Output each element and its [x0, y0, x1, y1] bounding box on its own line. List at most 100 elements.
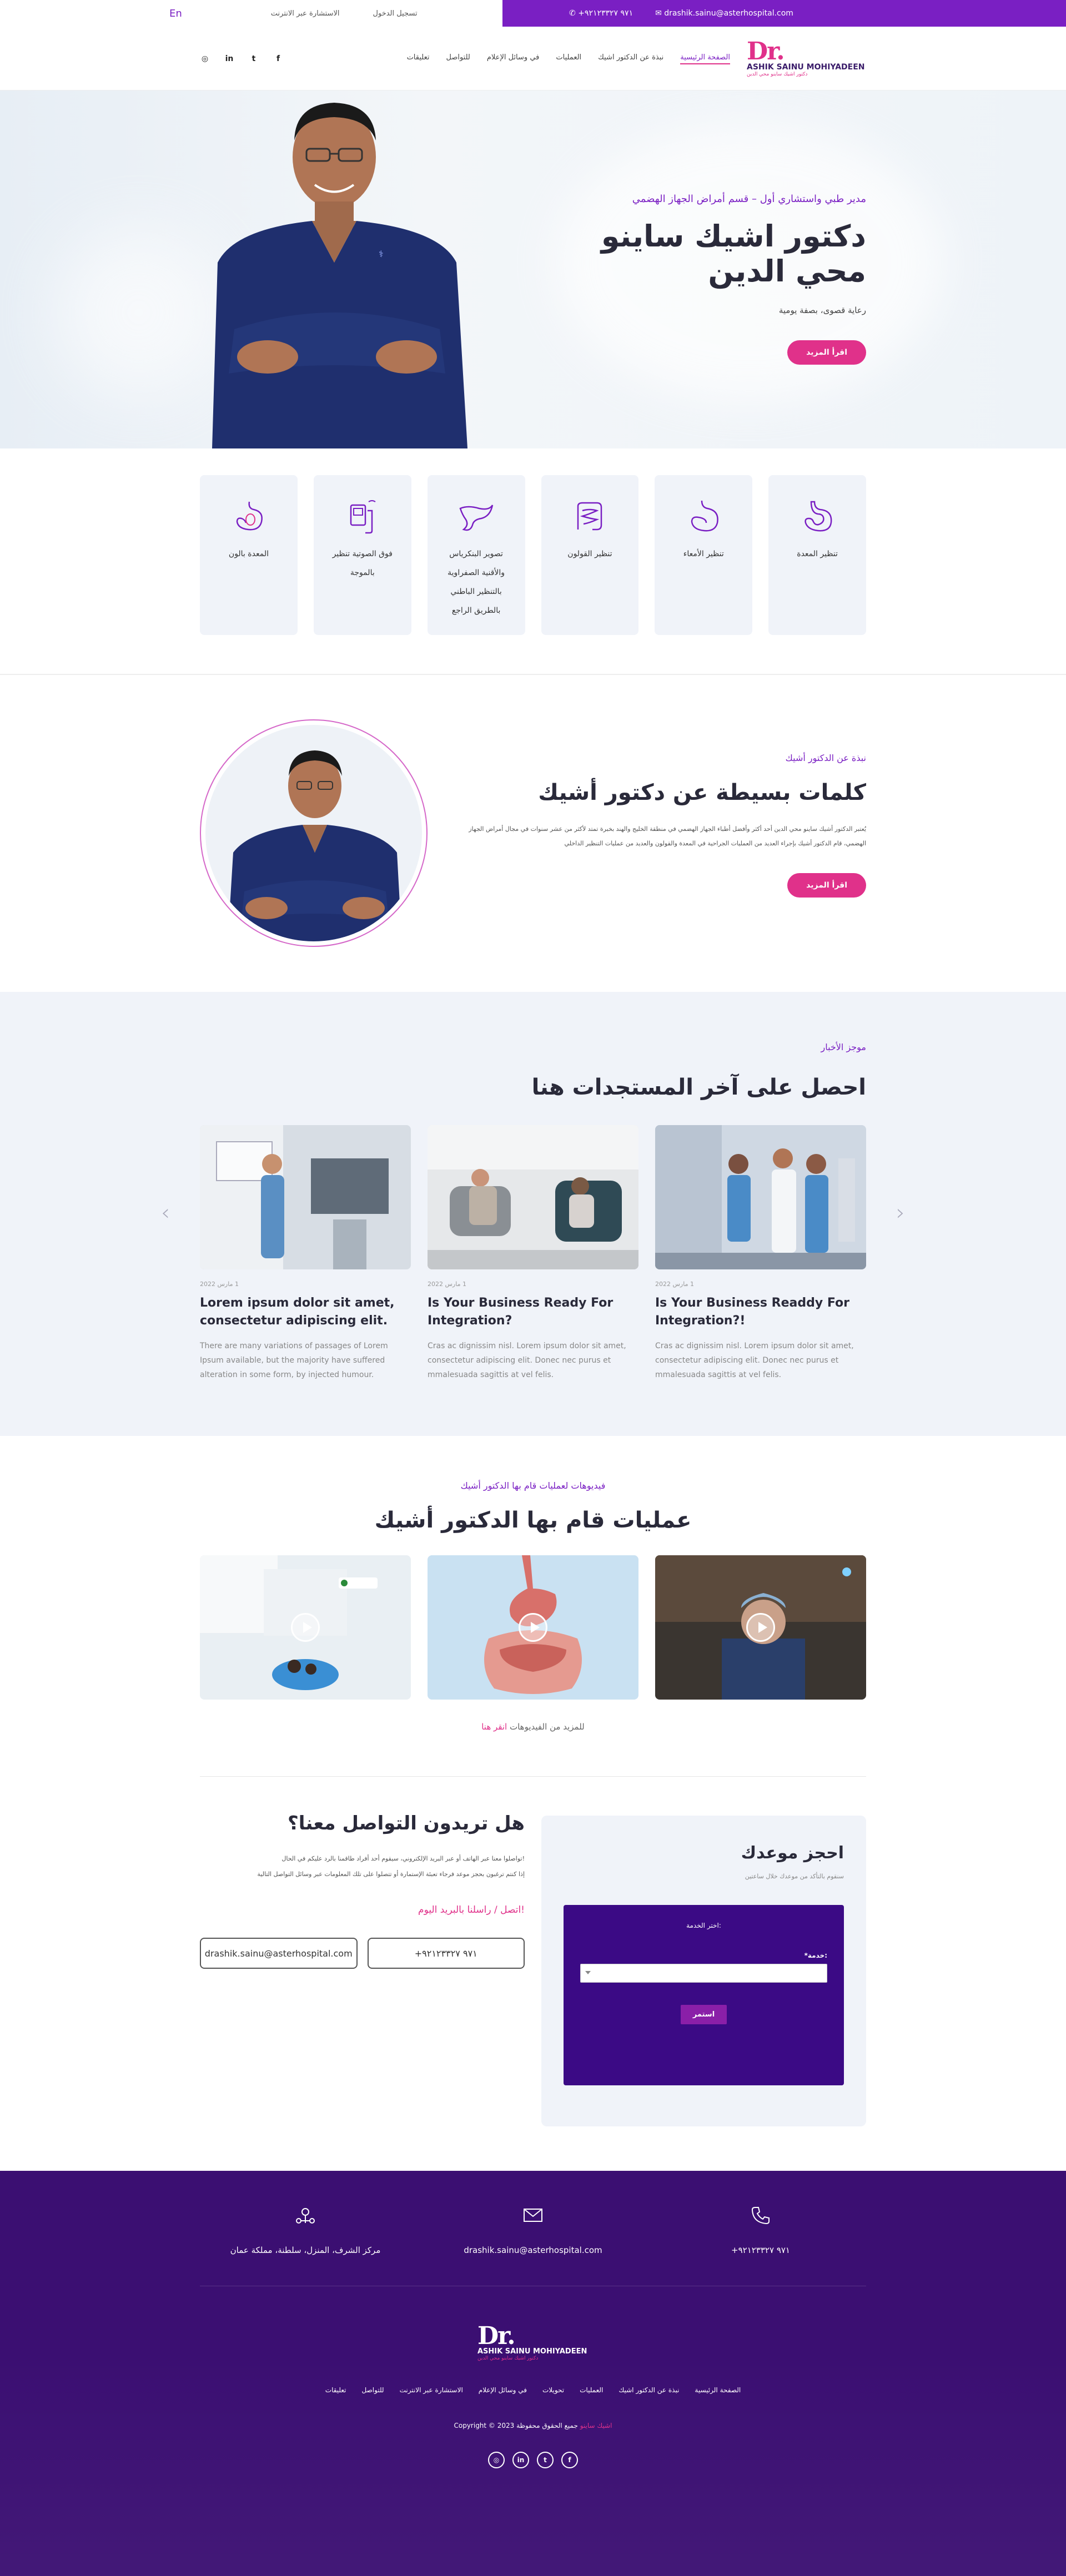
news-title-link[interactable]: Is Your Business Ready For Integration?	[428, 1294, 638, 1330]
nav-item-media[interactable]: في وسائل الإعلام	[487, 53, 540, 64]
phone-button[interactable]: +٩٧١ ٩٢١٢٣٣٢٧	[367, 1938, 525, 1969]
instagram-icon[interactable]: ◎	[488, 2452, 505, 2468]
news-excerpt: Cras ac dignissim nisl. Lorem ipsum dolo…	[655, 1342, 854, 1379]
copyright-prefix: Copyright © 2023	[454, 2422, 515, 2429]
service-label: تنظير القولون	[567, 550, 612, 558]
more-videos-link[interactable]: انقر هنا	[481, 1722, 507, 1732]
chevron-right-icon[interactable]: ›	[896, 1200, 905, 1226]
news-date: 1 مارس 2022	[655, 1281, 694, 1288]
about-read-more-button[interactable]: اقرأ المزيد	[787, 873, 866, 898]
form-title: اختر الخدمة:	[686, 1922, 721, 1929]
copyright: Copyright © 2023 اشيك ساينو جميع الحقوق …	[200, 2422, 866, 2429]
contact-paragraph: تواصلوا معنا عبر الهاتف أو عبر البريد ال…	[200, 1851, 525, 1882]
continue-button[interactable]: استمر	[680, 2005, 727, 2024]
footer-logo[interactable]: Dr. ASHIK SAINU MOHIYADEEN دكتور اشيك سا…	[477, 2324, 589, 2362]
doctor-photo: ⚕	[212, 103, 467, 448]
service-card[interactable]: تصوير البنكرياس والأقنية الصفراوية بالتن…	[427, 475, 525, 635]
news-image	[428, 1125, 638, 1269]
play-icon[interactable]	[291, 1613, 320, 1642]
linkedin-icon[interactable]: in	[224, 54, 234, 64]
service-label: تصوير البنكرياس والأقنية الصفراوية بالتن…	[447, 550, 505, 615]
nav-item-contact[interactable]: للتواصل	[446, 53, 470, 64]
service-select[interactable]	[580, 1964, 827, 1983]
news-date: 1 مارس 2022	[428, 1281, 466, 1288]
news-card[interactable]: 1 مارس 2022 Is Your Business Ready For I…	[428, 1125, 638, 1382]
play-icon[interactable]	[746, 1613, 775, 1642]
footer-phone[interactable]: +٩٧١ ٩٢١٢٣٣٢٧	[677, 2204, 844, 2255]
footer-address: مركز الشرف، المنزل، سلطنة، مملكة عمان	[222, 2204, 389, 2255]
video-thumbnail[interactable]	[428, 1555, 638, 1700]
nav-item-about[interactable]: نبذة عن الدكتور اشيك	[598, 53, 663, 64]
service-card[interactable]: تنظير المعدة	[768, 475, 866, 635]
footer-link[interactable]: تعليقات	[325, 2386, 346, 2394]
nav-item-home[interactable]: الصفحة الرئيسية	[680, 53, 730, 64]
about-title: كلمات بسيطة عن دكتور أشيك	[538, 780, 866, 805]
language-switch[interactable]: En	[169, 8, 182, 19]
booking-subtitle: سنقوم بالتأكد من موعدك خلال ساعتين	[745, 1873, 844, 1880]
instagram-icon[interactable]: ◎	[200, 54, 210, 64]
logo-name: ASHIK SAINU MOHIYADEEN	[747, 62, 865, 72]
footer-link[interactable]: تحويلات	[542, 2386, 564, 2394]
mail-icon: ✉	[655, 9, 662, 18]
about-section: نبذة عن الدكتور أشيك كلمات بسيطة عن دكتو…	[0, 674, 1066, 992]
footer-menu: الصفحة الرئيسية نبذة عن الدكتور اشيك الع…	[200, 2386, 866, 2394]
footer-link[interactable]: نبذة عن الدكتور اشيك	[619, 2386, 679, 2394]
login-link[interactable]: تسجيل الدخول	[373, 9, 418, 18]
email-button[interactable]: drashik.sainu@asterhospital.com	[200, 1938, 358, 1969]
hero-section: ⚕ مدير طبي واستشاري أول – قسم أمراض الجه…	[0, 90, 1066, 448]
svg-text:⚕: ⚕	[379, 249, 384, 259]
news-card[interactable]: 1 مارس 2022 Lorem ipsum dolor sit amet, …	[200, 1125, 411, 1382]
top-phone-text: +٩٧١ ٩٢١٢٣٣٢٧	[578, 9, 633, 18]
header-social: ◎ in t f	[200, 54, 283, 64]
facebook-icon[interactable]: f	[273, 54, 283, 64]
top-email[interactable]: ✉ drashik.sainu@asterhospital.com	[655, 9, 793, 18]
video-thumbnail[interactable]	[655, 1555, 866, 1700]
phone-icon: ✆	[569, 9, 576, 18]
footer-link[interactable]: للتواصل	[362, 2386, 384, 2394]
news-image	[655, 1125, 866, 1269]
service-label: فوق الصوتية تنظير بالموجة	[332, 550, 393, 577]
about-tag: نبذة عن الدكتور أشيك	[785, 753, 866, 763]
site-logo[interactable]: Dr. ASHIK SAINU MOHIYADEEN دكتور اشيك سا…	[747, 37, 866, 81]
online-consult-link[interactable]: الاستشارة عبر الانترنت	[271, 9, 340, 18]
news-title-link[interactable]: Lorem ipsum dolor sit amet, consectetur …	[200, 1294, 411, 1330]
about-doctor-photo	[228, 750, 402, 941]
video-thumbnail[interactable]	[200, 1555, 411, 1700]
news-title-link[interactable]: Is Your Business Readdy For Integration?…	[655, 1294, 866, 1330]
about-photo-frame	[200, 719, 428, 947]
nav-item-procedures[interactable]: العمليات	[556, 53, 581, 64]
booking-panel: احجز موعدك سنقوم بالتأكد من موعدك خلال س…	[541, 1816, 866, 2126]
service-card[interactable]: تنظير القولون	[541, 475, 639, 635]
service-card[interactable]: تنظير الأمعاء	[655, 475, 753, 635]
twitter-icon[interactable]: t	[537, 2452, 554, 2468]
nav-item-testimonials[interactable]: تعليقات	[407, 53, 430, 64]
chevron-left-icon[interactable]: ‹	[161, 1200, 170, 1226]
facebook-icon[interactable]: f	[561, 2452, 578, 2468]
contact-mail-heading: اتصل / راسلنا بالبريد اليوم!	[418, 1904, 525, 1915]
footer-link[interactable]: الصفحة الرئيسية	[695, 2386, 741, 2394]
footer-link[interactable]: الاستشارة عبر الانترنت	[400, 2386, 463, 2394]
footer-link[interactable]: العمليات	[580, 2386, 603, 2394]
hero-read-more-button[interactable]: اقرأ المزيد	[787, 340, 866, 365]
twitter-icon[interactable]: t	[249, 54, 259, 64]
copyright-rights: جميع الحقوق محفوظة	[516, 2422, 578, 2429]
contact-paragraph-1: تواصلوا معنا عبر الهاتف أو عبر البريد ال…	[281, 1855, 525, 1862]
service-field-label: *خدمة:	[804, 1952, 827, 1959]
footer-email[interactable]: drashik.sainu@asterhospital.com	[450, 2204, 616, 2255]
play-icon[interactable]	[519, 1613, 547, 1642]
service-label: المعدة بالون	[228, 550, 269, 558]
news-card[interactable]: 1 مارس 2022 Is Your Business Readdy For …	[655, 1125, 866, 1382]
footer: +٩٧١ ٩٢١٢٣٣٢٧ drashik.sainu@asterhospita…	[0, 2171, 1066, 2576]
footer-link[interactable]: في وسائل الإعلام	[479, 2386, 527, 2394]
phone-icon	[751, 2207, 770, 2225]
footer-address-text: مركز الشرف، المنزل، سلطنة، مملكة عمان	[230, 2245, 381, 2255]
linkedin-icon[interactable]: in	[512, 2452, 529, 2468]
service-card[interactable]: فوق الصوتية تنظير بالموجة	[313, 475, 411, 635]
top-phone[interactable]: ✆ +٩٧١ ٩٢١٢٣٣٢٧	[569, 9, 633, 18]
logo-sub: دكتور اشيك ساينو محي الدين	[747, 71, 808, 77]
balloon-icon	[236, 501, 263, 531]
service-card[interactable]: المعدة بالون	[200, 475, 298, 635]
colon-icon	[577, 502, 602, 531]
top-bar: En الاستشارة عبر الانترنت تسجيل الدخول ✆…	[0, 0, 1066, 27]
footer-social: ◎ in t f	[200, 2452, 866, 2468]
